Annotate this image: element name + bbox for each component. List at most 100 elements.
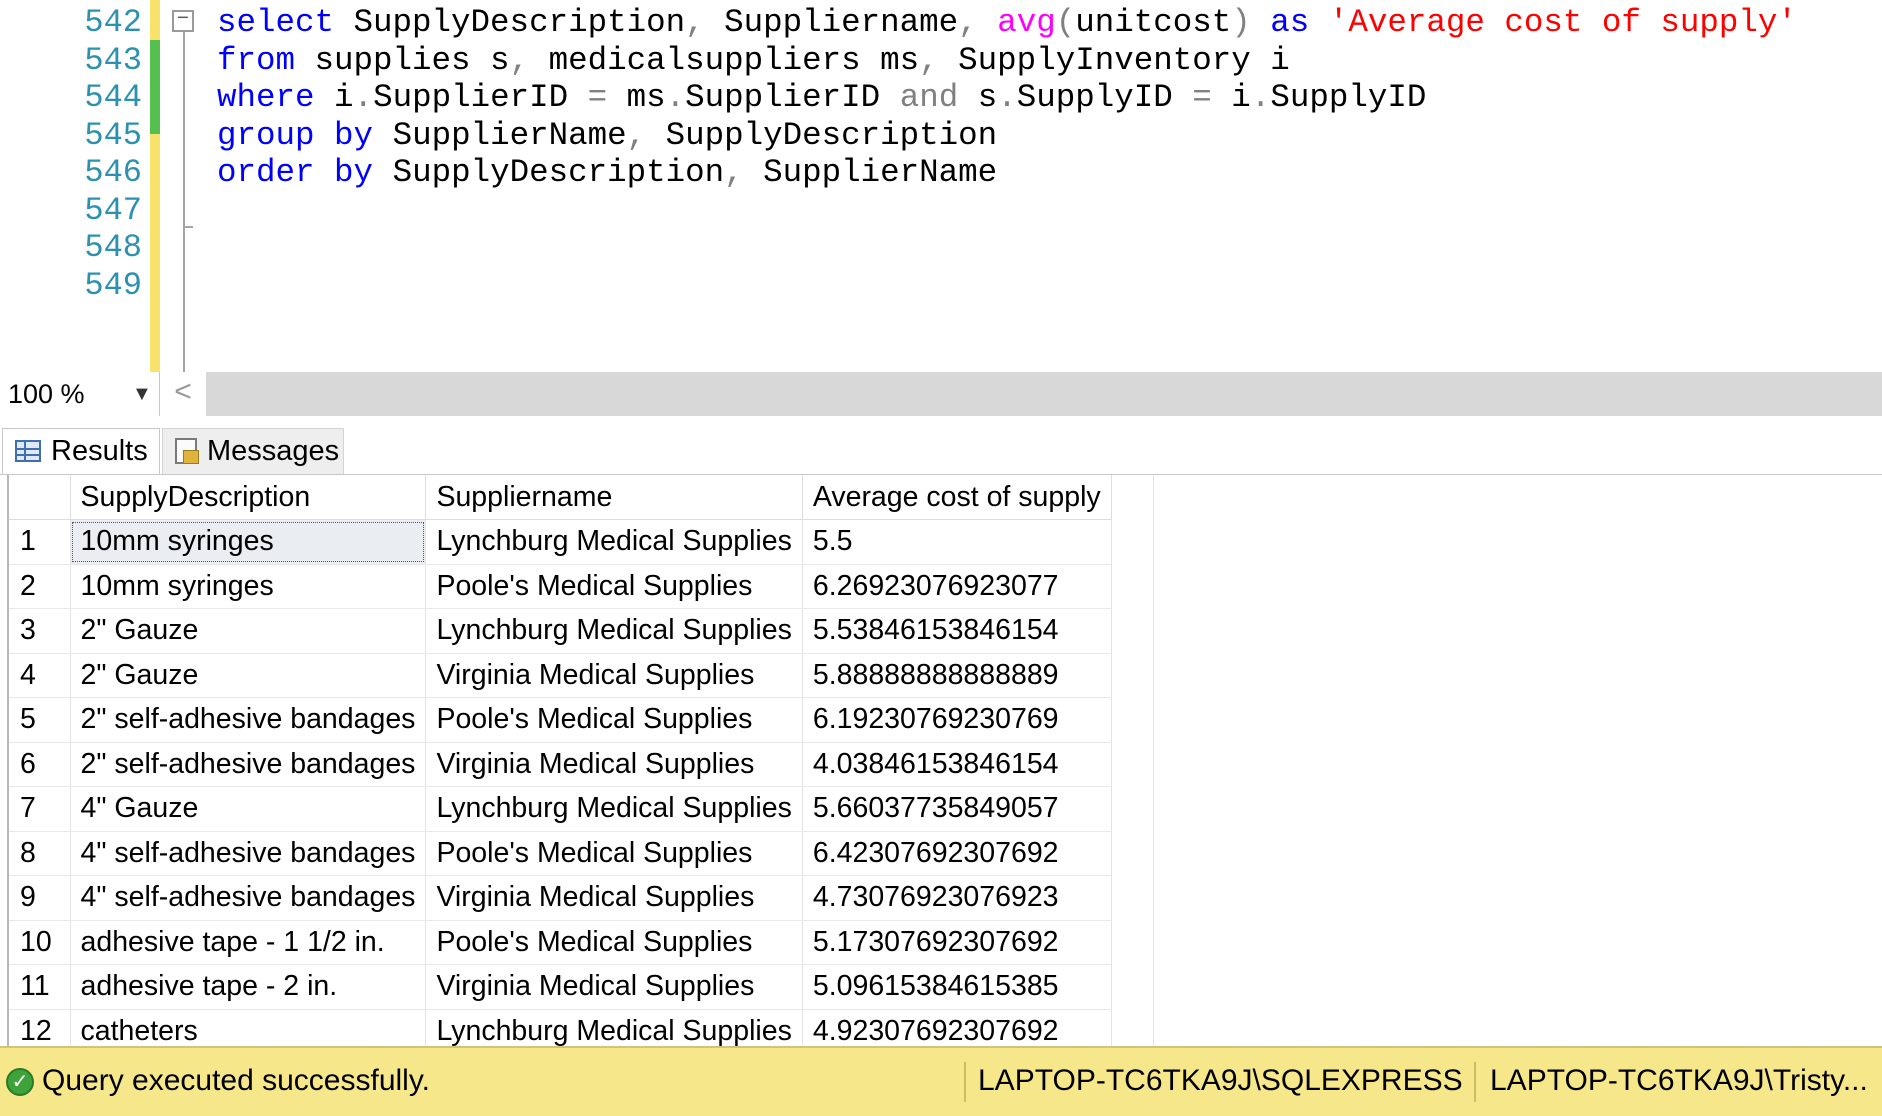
cell-supply-description[interactable]: 2" Gauze: [70, 653, 427, 698]
cell-supplier-name[interactable]: Virginia Medical Supplies: [425, 742, 803, 787]
cell-supplier-name[interactable]: Poole's Medical Supplies: [425, 920, 803, 965]
sql-identifier: i: [1211, 79, 1251, 116]
table-row[interactable]: 2 10mm syringes Poole's Medical Supplies…: [8, 564, 1112, 609]
row-number[interactable]: 7: [8, 786, 71, 832]
results-grid[interactable]: SupplyDescription Suppliername Average c…: [8, 475, 1112, 1046]
zoom-dropdown[interactable]: 100 % ▼: [0, 372, 160, 416]
chevron-down-icon[interactable]: ▼: [132, 372, 152, 416]
outline-end-tick: [183, 226, 193, 228]
row-number[interactable]: 8: [8, 831, 71, 876]
column-header[interactable]: Average cost of supply: [802, 475, 1112, 520]
tab-results[interactable]: Results: [2, 428, 160, 474]
cell-average-cost[interactable]: 5.5: [802, 519, 1112, 565]
sql-keyword: by: [334, 117, 374, 154]
cell-supplier-name[interactable]: Lynchburg Medical Supplies: [425, 1009, 803, 1046]
cell-supply-description[interactable]: 10mm syringes: [70, 519, 427, 565]
sql-keyword: as: [1270, 4, 1310, 41]
sql-identifier: SupplierID: [373, 79, 588, 116]
cell-supply-description[interactable]: adhesive tape - 1 1/2 in.: [70, 920, 427, 965]
cell-supplier-name[interactable]: Virginia Medical Supplies: [425, 653, 803, 698]
sql-keyword: order: [217, 154, 315, 191]
sql-punctuation: ,: [919, 42, 939, 79]
column-header[interactable]: Suppliername: [425, 475, 803, 520]
zoom-value: 100 %: [8, 379, 85, 409]
cell-supplier-name[interactable]: Virginia Medical Supplies: [425, 875, 803, 921]
row-number[interactable]: 9: [8, 875, 71, 921]
cell-supplier-name[interactable]: Virginia Medical Supplies: [425, 964, 803, 1010]
sql-identifier: SupplyDescription: [373, 154, 725, 191]
cell-supplier-name[interactable]: Poole's Medical Supplies: [425, 831, 803, 876]
cell-average-cost[interactable]: 5.88888888888889: [802, 653, 1112, 698]
cell-average-cost[interactable]: 4.73076923076923: [802, 875, 1112, 921]
row-number[interactable]: 3: [8, 608, 71, 654]
table-row[interactable]: 5 2" self-adhesive bandages Poole's Medi…: [8, 697, 1112, 743]
table-row[interactable]: 8 4" self-adhesive bandages Poole's Medi…: [8, 831, 1112, 876]
row-number[interactable]: 10: [8, 920, 71, 965]
sql-punctuation: .: [1250, 79, 1271, 116]
sql-punctuation: ,: [626, 117, 647, 154]
sql-operator: =: [1192, 79, 1212, 116]
table-row[interactable]: 3 2" Gauze Lynchburg Medical Supplies 5.…: [8, 608, 1112, 654]
cell-supply-description[interactable]: 4" self-adhesive bandages: [70, 831, 427, 876]
cell-average-cost[interactable]: 4.03846153846154: [802, 742, 1112, 787]
table-row[interactable]: 7 4" Gauze Lynchburg Medical Supplies 5.…: [8, 786, 1112, 832]
cell-supply-description[interactable]: catheters: [70, 1009, 427, 1046]
row-number-header[interactable]: [8, 475, 71, 520]
cell-supply-description[interactable]: 4" Gauze: [70, 786, 427, 832]
row-number[interactable]: 12: [8, 1009, 71, 1046]
results-grid-area[interactable]: SupplyDescription Suppliername Average c…: [0, 474, 1882, 1046]
row-number[interactable]: 5: [8, 697, 71, 743]
table-row[interactable]: 1 10mm syringes Lynchburg Medical Suppli…: [8, 519, 1112, 565]
cell-supply-description[interactable]: adhesive tape - 2 in.: [70, 964, 427, 1010]
cell-supplier-name[interactable]: Poole's Medical Supplies: [425, 564, 803, 609]
success-check-icon: ✓: [6, 1068, 34, 1096]
sql-space: [1309, 4, 1329, 41]
cell-average-cost[interactable]: 5.09615384615385: [802, 964, 1112, 1010]
sql-operator: =: [587, 79, 608, 116]
cell-average-cost[interactable]: 6.26923076923077: [802, 564, 1112, 609]
table-row[interactable]: 10 adhesive tape - 1 1/2 in. Poole's Med…: [8, 920, 1112, 965]
row-number[interactable]: 6: [8, 742, 71, 787]
status-server: LAPTOP-TC6TKA9J\SQLEXPRESS ...: [978, 1064, 1464, 1097]
sql-function: avg: [997, 4, 1056, 41]
row-number[interactable]: 1: [8, 519, 71, 565]
cell-supplier-name[interactable]: Lynchburg Medical Supplies: [425, 519, 803, 565]
status-separator: [1474, 1062, 1476, 1102]
cell-average-cost[interactable]: 5.17307692307692: [802, 920, 1112, 965]
table-row[interactable]: 9 4" self-adhesive bandages Virginia Med…: [8, 875, 1112, 921]
cell-supply-description[interactable]: 2" Gauze: [70, 608, 427, 654]
sql-editor[interactable]: 542 543 544 545 546 547 548 549 − select…: [0, 0, 1882, 372]
code-line-546[interactable]: order by SupplyDescription, SupplierName: [217, 150, 997, 195]
sql-punctuation: .: [353, 79, 374, 116]
cell-average-cost[interactable]: 6.19230769230769: [802, 697, 1112, 743]
collapse-minus-icon[interactable]: −: [172, 10, 194, 32]
table-row[interactable]: 12 catheters Lynchburg Medical Supplies …: [8, 1009, 1112, 1046]
sql-keyword: group: [217, 117, 315, 154]
tab-messages[interactable]: Messages: [162, 428, 344, 474]
sql-identifier: SupplyID: [1270, 79, 1427, 116]
row-number[interactable]: 4: [8, 653, 71, 698]
table-row[interactable]: 6 2" self-adhesive bandages Virginia Med…: [8, 742, 1112, 787]
cell-supplier-name[interactable]: Lynchburg Medical Supplies: [425, 786, 803, 832]
table-row[interactable]: 4 2" Gauze Virginia Medical Supplies 5.8…: [8, 653, 1112, 698]
cell-supply-description[interactable]: 10mm syringes: [70, 564, 427, 609]
sql-keyword: by: [334, 154, 374, 191]
cell-average-cost[interactable]: 5.53846153846154: [802, 608, 1112, 654]
sql-identifier: SupplyInventory i: [938, 42, 1290, 79]
cell-supply-description[interactable]: 2" self-adhesive bandages: [70, 742, 427, 787]
cell-supplier-name[interactable]: Poole's Medical Supplies: [425, 697, 803, 743]
sql-identifier: ms: [607, 79, 666, 116]
cell-average-cost[interactable]: 4.92307692307692: [802, 1009, 1112, 1046]
scroll-left-button[interactable]: <: [160, 372, 206, 416]
row-number[interactable]: 11: [8, 964, 71, 1010]
column-header[interactable]: SupplyDescription: [70, 475, 427, 520]
table-row[interactable]: 11 adhesive tape - 2 in. Virginia Medica…: [8, 964, 1112, 1010]
sql-identifier: unitcost: [1075, 4, 1232, 41]
cell-average-cost[interactable]: 6.42307692307692: [802, 831, 1112, 876]
cell-supply-description[interactable]: 2" self-adhesive bandages: [70, 697, 427, 743]
cell-supply-description[interactable]: 4" self-adhesive bandages: [70, 875, 427, 921]
sql-keyword: where: [217, 79, 315, 116]
cell-supplier-name[interactable]: Lynchburg Medical Supplies: [425, 608, 803, 654]
cell-average-cost[interactable]: 5.66037735849057: [802, 786, 1112, 832]
row-number[interactable]: 2: [8, 564, 71, 609]
